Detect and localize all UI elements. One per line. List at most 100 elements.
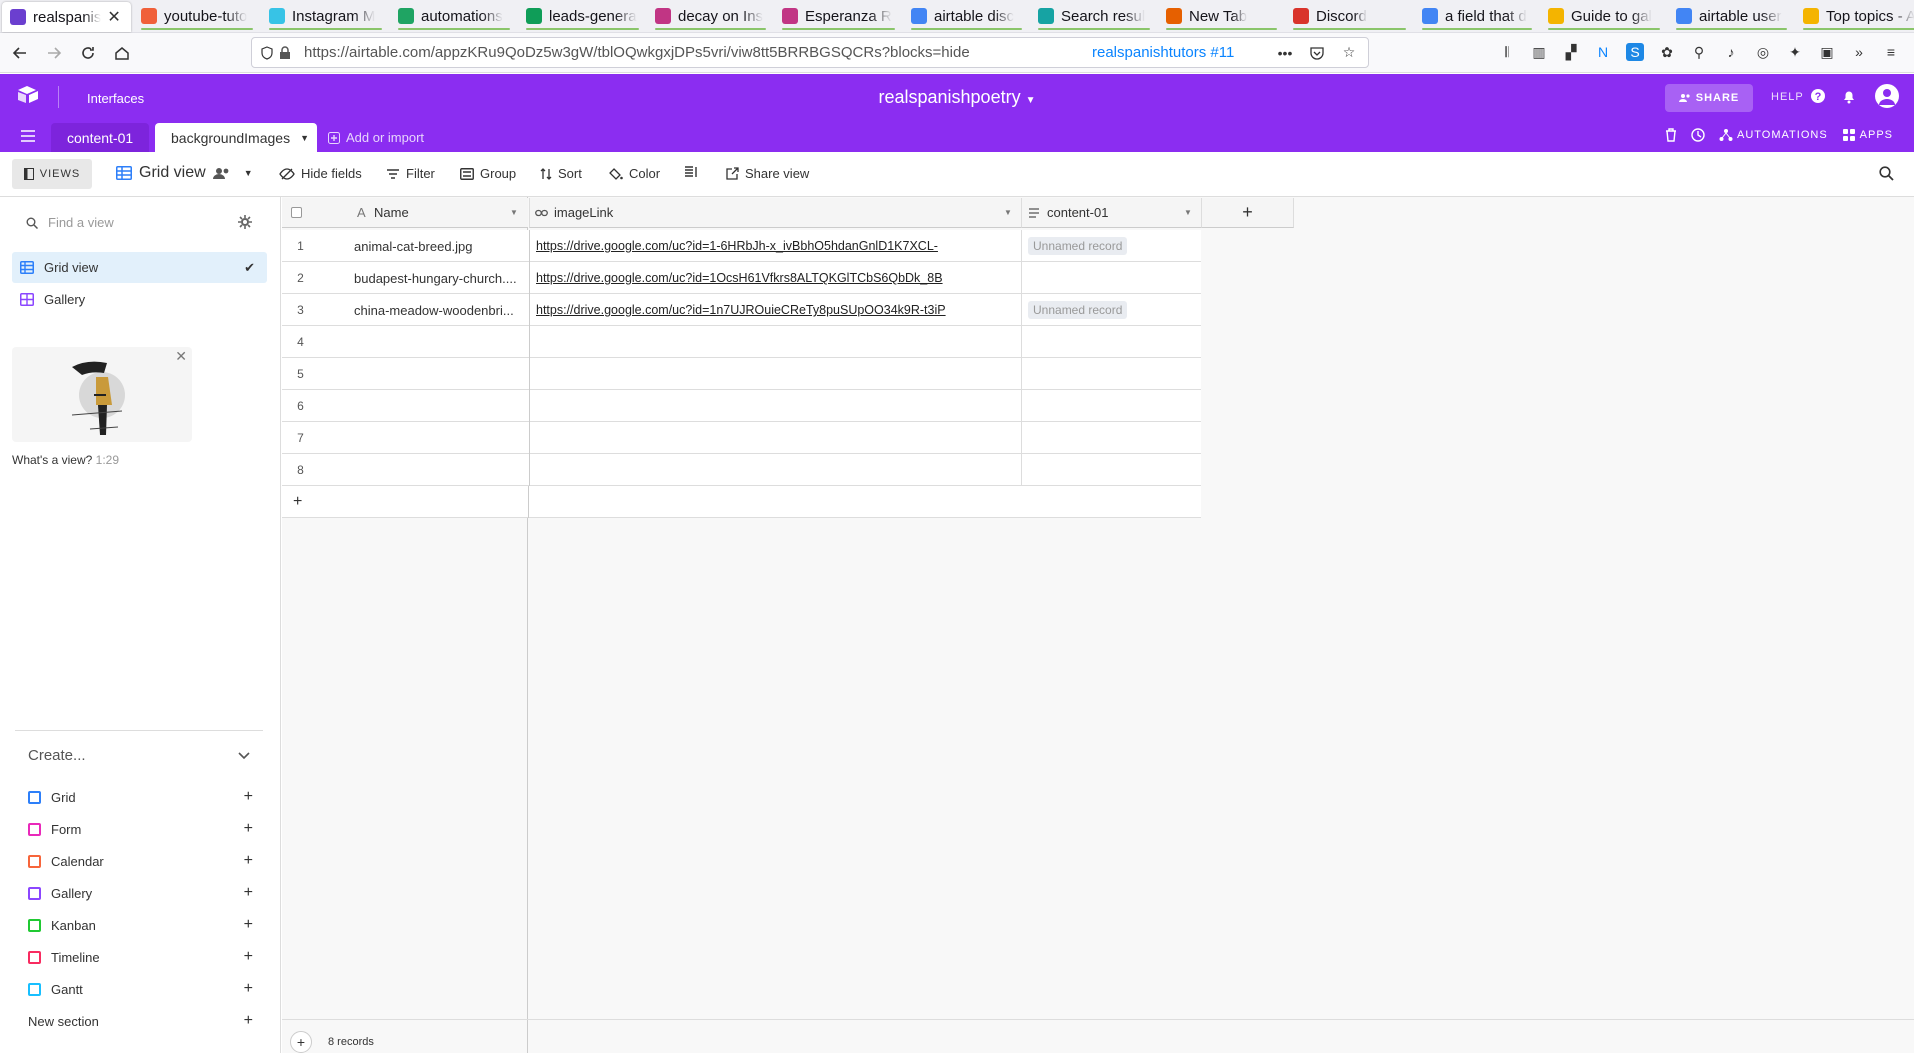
browser-tab[interactable]: Discord <box>1285 0 1414 32</box>
share-button[interactable]: SHARE <box>1665 84 1753 112</box>
linked-record-chip[interactable]: Unnamed record <box>1028 301 1128 319</box>
notifications-bell-icon[interactable] <box>1841 88 1857 104</box>
help-label[interactable]: HELP <box>1771 91 1804 103</box>
extension-icon[interactable]: ✦ <box>1786 43 1804 61</box>
browser-tab[interactable]: New Tab <box>1158 0 1285 32</box>
sidebar-icon[interactable]: ▥ <box>1530 43 1548 61</box>
plus-icon[interactable]: + <box>244 948 253 966</box>
automations-button[interactable]: AUTOMATIONS <box>1719 128 1828 142</box>
table-row[interactable]: 4 <box>282 326 1201 358</box>
table-row[interactable]: 7 <box>282 422 1201 454</box>
chevron-down-icon[interactable]: ▼ <box>1004 208 1012 217</box>
browser-tab[interactable]: youtube-tuto <box>133 0 261 32</box>
cell-content-01[interactable]: Unnamed record <box>1021 294 1201 326</box>
views-toggle-button[interactable]: VIEWS <box>12 159 92 189</box>
back-button[interactable] <box>6 39 34 67</box>
bookmark-star-icon[interactable]: ☆ <box>1340 44 1358 62</box>
pocket-icon[interactable] <box>1308 44 1326 62</box>
site-label[interactable]: realspanishtutors #11 <box>1092 44 1234 61</box>
add-or-import-button[interactable]: Add or import <box>328 130 424 145</box>
plus-icon[interactable]: + <box>244 1012 253 1030</box>
page-actions-icon[interactable]: ••• <box>1276 44 1294 62</box>
extension-icon[interactable]: ♪ <box>1722 43 1740 61</box>
cell-name[interactable]: china-meadow-woodenbri... <box>354 294 526 326</box>
create-view-calendar[interactable]: Calendar + <box>28 851 253 871</box>
browser-tab[interactable]: airtable disc <box>903 0 1030 32</box>
browser-tab[interactable]: Instagram M <box>261 0 390 32</box>
extension-icon[interactable]: S <box>1626 43 1644 61</box>
image-url-link[interactable]: https://drive.google.com/uc?id=1OcsH61Vf… <box>536 271 943 285</box>
cell-content-01[interactable] <box>1021 390 1201 422</box>
cell-content-01[interactable]: Unnamed record <box>1021 230 1201 262</box>
video-caption[interactable]: What's a view? 1:29 <box>12 453 119 467</box>
row-height-button[interactable] <box>684 166 698 178</box>
lock-icon[interactable] <box>276 44 294 62</box>
hamburger-menu-icon[interactable] <box>20 129 36 143</box>
cell-name[interactable] <box>354 454 526 486</box>
create-view-gallery[interactable]: Gallery + <box>28 883 253 903</box>
sidebar-view-gallery[interactable]: Gallery <box>12 284 267 315</box>
sidebar-view-grid[interactable]: Grid view ✔ <box>12 252 267 283</box>
create-view-header[interactable]: Create... <box>28 747 86 764</box>
cell-content-01[interactable] <box>1021 326 1201 358</box>
cell-imagelink[interactable] <box>529 358 1021 390</box>
cell-content-01[interactable] <box>1021 422 1201 454</box>
history-icon[interactable] <box>1691 128 1705 142</box>
create-view-new-section[interactable]: New section + <box>28 1011 253 1031</box>
extension-icon[interactable]: ⚲ <box>1690 43 1708 61</box>
browser-tab[interactable]: Search resul <box>1030 0 1158 32</box>
table-row[interactable]: 6 <box>282 390 1201 422</box>
table-row[interactable]: 1 animal-cat-breed.jpg https://drive.googl… <box>282 230 1201 262</box>
menu-icon[interactable]: ≡ <box>1882 43 1900 61</box>
table-tab-content-01[interactable]: content-01 <box>51 123 150 152</box>
close-tab-icon[interactable]: ✕ <box>107 7 120 27</box>
plus-icon[interactable]: + <box>244 788 253 806</box>
create-view-form[interactable]: Form + <box>28 819 253 839</box>
select-all-checkbox[interactable] <box>291 207 302 218</box>
browser-tab[interactable]: decay on Ins <box>647 0 774 32</box>
extension-icon[interactable]: N <box>1594 43 1612 61</box>
cell-name[interactable] <box>354 358 526 390</box>
image-url-link[interactable]: https://drive.google.com/uc?id=1n7UJROui… <box>536 303 946 317</box>
cell-imagelink[interactable]: https://drive.google.com/uc?id=1OcsH61Vf… <box>529 262 1021 294</box>
chevron-down-icon[interactable] <box>238 752 250 760</box>
table-tab-backgroundimages[interactable]: backgroundImages ▼ <box>155 123 317 152</box>
cell-imagelink[interactable] <box>529 454 1021 486</box>
cell-imagelink[interactable]: https://drive.google.com/uc?id=1-6HRbJh-… <box>529 230 1021 262</box>
help-icon[interactable]: ? <box>1810 88 1826 104</box>
gear-icon[interactable] <box>238 215 252 229</box>
column-header-name[interactable]: Name <box>374 205 409 220</box>
cell-imagelink[interactable]: https://drive.google.com/uc?id=1n7UJROui… <box>529 294 1021 326</box>
overflow-icon[interactable]: » <box>1850 43 1868 61</box>
create-view-kanban[interactable]: Kanban + <box>28 915 253 935</box>
cell-name[interactable] <box>354 422 526 454</box>
linked-record-chip[interactable]: Unnamed record <box>1028 237 1128 255</box>
column-header-imagelink[interactable]: imageLink <box>554 205 613 220</box>
chevron-down-icon[interactable]: ▼ <box>510 208 518 217</box>
add-record-button[interactable]: + <box>290 1031 312 1053</box>
hide-fields-button[interactable]: Hide fields <box>279 166 362 181</box>
user-avatar[interactable] <box>1875 84 1899 108</box>
color-button[interactable]: Color <box>609 166 660 181</box>
browser-tab[interactable]: automations <box>390 0 518 32</box>
url-bar[interactable]: https://airtable.com/appzKRu9QoDz5w3gW/t… <box>251 37 1369 68</box>
table-row[interactable]: 2 budapest-hungary-church.... https://driv… <box>282 262 1201 294</box>
table-row[interactable]: 5 <box>282 358 1201 390</box>
add-row[interactable]: + <box>282 486 1201 518</box>
sort-button[interactable]: Sort <box>540 166 582 181</box>
cell-name[interactable]: budapest-hungary-church.... <box>354 262 526 294</box>
browser-tab[interactable]: realspanis ✕ <box>2 2 131 32</box>
apps-button[interactable]: APPS <box>1842 128 1893 142</box>
browser-tab[interactable]: leads-genera <box>518 0 647 32</box>
extension-icon[interactable]: ▞ <box>1562 43 1580 61</box>
table-row[interactable]: 8 <box>282 454 1201 486</box>
current-view-switcher[interactable]: Grid view ▼ <box>116 164 253 182</box>
cell-name[interactable] <box>354 326 526 358</box>
url-text[interactable]: https://airtable.com/appzKRu9QoDz5w3gW/t… <box>304 44 970 61</box>
trash-icon[interactable] <box>1665 128 1677 142</box>
plus-icon[interactable]: + <box>244 820 253 838</box>
forward-button[interactable] <box>40 39 68 67</box>
home-button[interactable] <box>108 39 136 67</box>
share-view-button[interactable]: Share view <box>726 166 809 181</box>
shield-icon[interactable] <box>258 44 276 62</box>
